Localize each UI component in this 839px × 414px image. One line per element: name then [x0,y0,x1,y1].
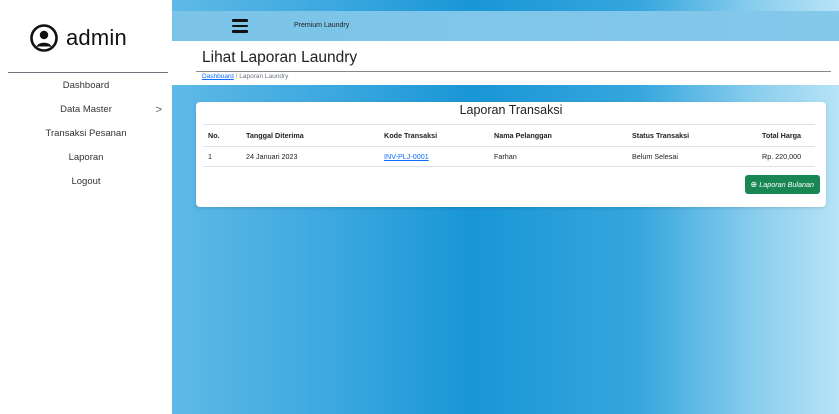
page-title: Lihat Laporan Laundry [202,49,358,66]
sidebar-item-label: Transaksi Pesanan [45,128,127,139]
sidebar: admin Dashboard Data Master > Transaksi … [0,0,172,414]
sidebar-item-data-master[interactable]: Data Master > [0,98,172,122]
cell-tanggal: 24 Januari 2023 [241,146,379,167]
table-row: 1 24 Januari 2023 INV-PLJ-0001 Farhan Be… [203,146,815,167]
cell-total: Rp. 220,000 [757,146,815,167]
cell-kode: INV-PLJ-0001 [379,146,489,167]
main-content: Premium Laundry Lihat Laporan Laundry Da… [172,0,839,414]
sidebar-item-transaksi-pesanan[interactable]: Transaksi Pesanan [0,122,172,146]
sidebar-item-label: Laporan [68,152,104,163]
page-header: Lihat Laporan Laundry Dashboard / Lapora… [172,41,839,85]
cell-nama: Farhan [489,146,627,167]
chevron-right-icon: > [155,104,162,116]
column-header-total: Total Harga [757,124,815,147]
transaction-code-link[interactable]: INV-PLJ-0001 [384,152,429,161]
app-name: Premium Laundry [294,22,350,29]
report-card: Laporan Transaksi No. Tanggal Diterima K… [196,102,826,207]
sidebar-item-logout[interactable]: Logout [0,170,172,194]
breadcrumb-link-dashboard[interactable]: Dashboard [202,73,234,80]
sidebar-item-label: Dashboard [62,80,110,91]
monthly-report-button[interactable]: ⊕ Laporan Bulanan [744,175,820,194]
column-header-status: Status Transaksi [627,124,757,147]
sidebar-item-laporan[interactable]: Laporan [0,146,172,170]
sidebar-nav: Dashboard Data Master > Transaksi Pesana… [0,72,172,194]
user-circle-icon [30,24,58,52]
column-header-kode: Kode Transaksi [379,124,489,147]
sidebar-item-label: Logout [71,176,101,187]
monthly-report-label: Laporan Bulanan [759,180,814,189]
card-title: Laporan Transaksi [459,103,563,117]
breadcrumb: Dashboard / Laporan Laundry [202,73,288,80]
header-divider [196,71,831,72]
topbar: Premium Laundry [172,11,839,41]
brand: admin [30,18,127,58]
hamburger-menu-icon[interactable] [232,19,248,33]
cell-no: 1 [203,146,241,167]
column-header-nama: Nama Pelanggan [489,124,627,147]
cell-status: Belum Selesai [627,146,757,167]
sidebar-item-dashboard[interactable]: Dashboard [0,74,172,98]
table-header-row: No. Tanggal Diterima Kode Transaksi Nama… [203,124,815,147]
breadcrumb-current: Laporan Laundry [239,73,289,80]
sidebar-item-label: Data Master [60,104,112,115]
column-header-tanggal: Tanggal Diterima [241,124,379,147]
plus-circle-icon: ⊕ [750,180,758,189]
transaction-table: No. Tanggal Diterima Kode Transaksi Nama… [203,124,815,167]
brand-name: admin [66,25,127,50]
column-header-no: No. [203,124,241,147]
